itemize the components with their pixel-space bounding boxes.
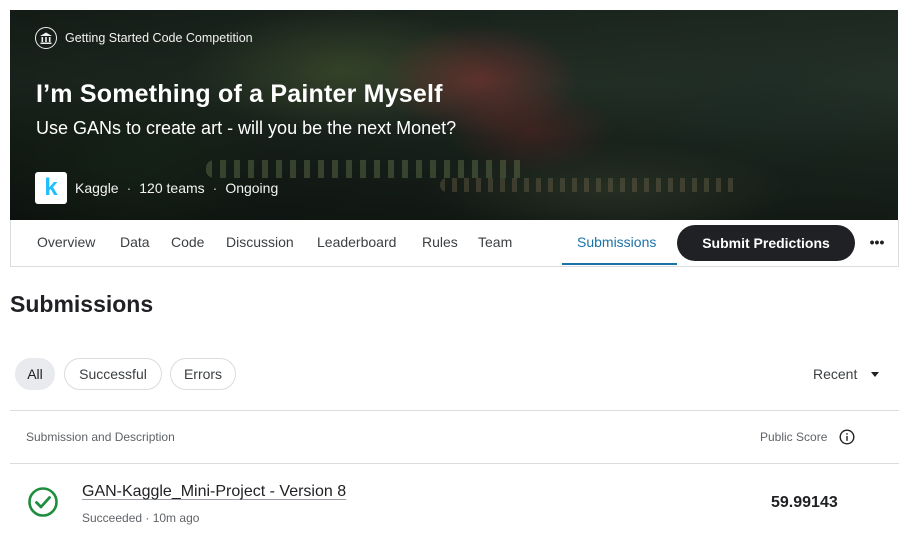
competition-status: Ongoing [225,180,279,196]
lily-pads-decoration [440,178,740,192]
tab-team[interactable]: Team [478,234,512,250]
table-divider [10,463,899,464]
page-title: Submissions [10,291,154,317]
teams-count: 120 teams [139,180,205,196]
competition-subtitle: Use GANs to create art - will you be the… [36,118,457,138]
tab-code[interactable]: Code [171,234,204,250]
tab-rules[interactable]: Rules [422,234,458,250]
tab-overview[interactable]: Overview [37,234,95,250]
more-horizontal-icon[interactable]: ••• [867,232,887,252]
competition-title: I’m Something of a Painter Myself [36,80,443,108]
sort-label: Recent [813,366,858,382]
separator: · [212,180,218,196]
column-header-submission: Submission and Description [26,430,175,444]
host-name[interactable]: Kaggle [75,180,119,196]
table-divider [10,410,899,411]
competition-type-label: Getting Started Code Competition [65,31,253,45]
check-circle-icon [28,487,58,517]
column-header-public-score: Public Score [760,430,828,444]
kaggle-logo[interactable]: k [35,172,67,204]
tab-discussion[interactable]: Discussion [226,234,294,250]
institution-icon [35,27,57,49]
submit-predictions-button[interactable]: Submit Predictions [677,225,855,261]
host-info: k Kaggle · 120 teams · Ongoing [35,172,278,204]
info-icon[interactable] [839,429,855,445]
submission-title-link[interactable]: GAN-Kaggle_Mini-Project - Version 8 [82,483,346,501]
tab-leaderboard[interactable]: Leaderboard [317,234,396,250]
submission-status: Succeeded · 10m ago [82,511,200,525]
separator: · [126,180,132,196]
tab-submissions[interactable]: Submissions [577,234,656,250]
filter-successful-chip[interactable]: Successful [64,358,162,390]
competition-banner: Getting Started Code Competition I’m Som… [10,10,898,220]
filter-errors-chip[interactable]: Errors [170,358,236,390]
competition-type: Getting Started Code Competition [35,27,253,49]
active-tab-indicator [562,263,677,265]
public-score-value: 59.99143 [771,494,838,511]
tab-data[interactable]: Data [120,234,150,250]
filter-all-chip[interactable]: All [15,358,55,390]
competition-tabs: Overview Data Code Discussion Leaderboar… [10,220,899,267]
sort-dropdown[interactable]: Recent [813,366,880,382]
chevron-down-icon [871,371,880,377]
